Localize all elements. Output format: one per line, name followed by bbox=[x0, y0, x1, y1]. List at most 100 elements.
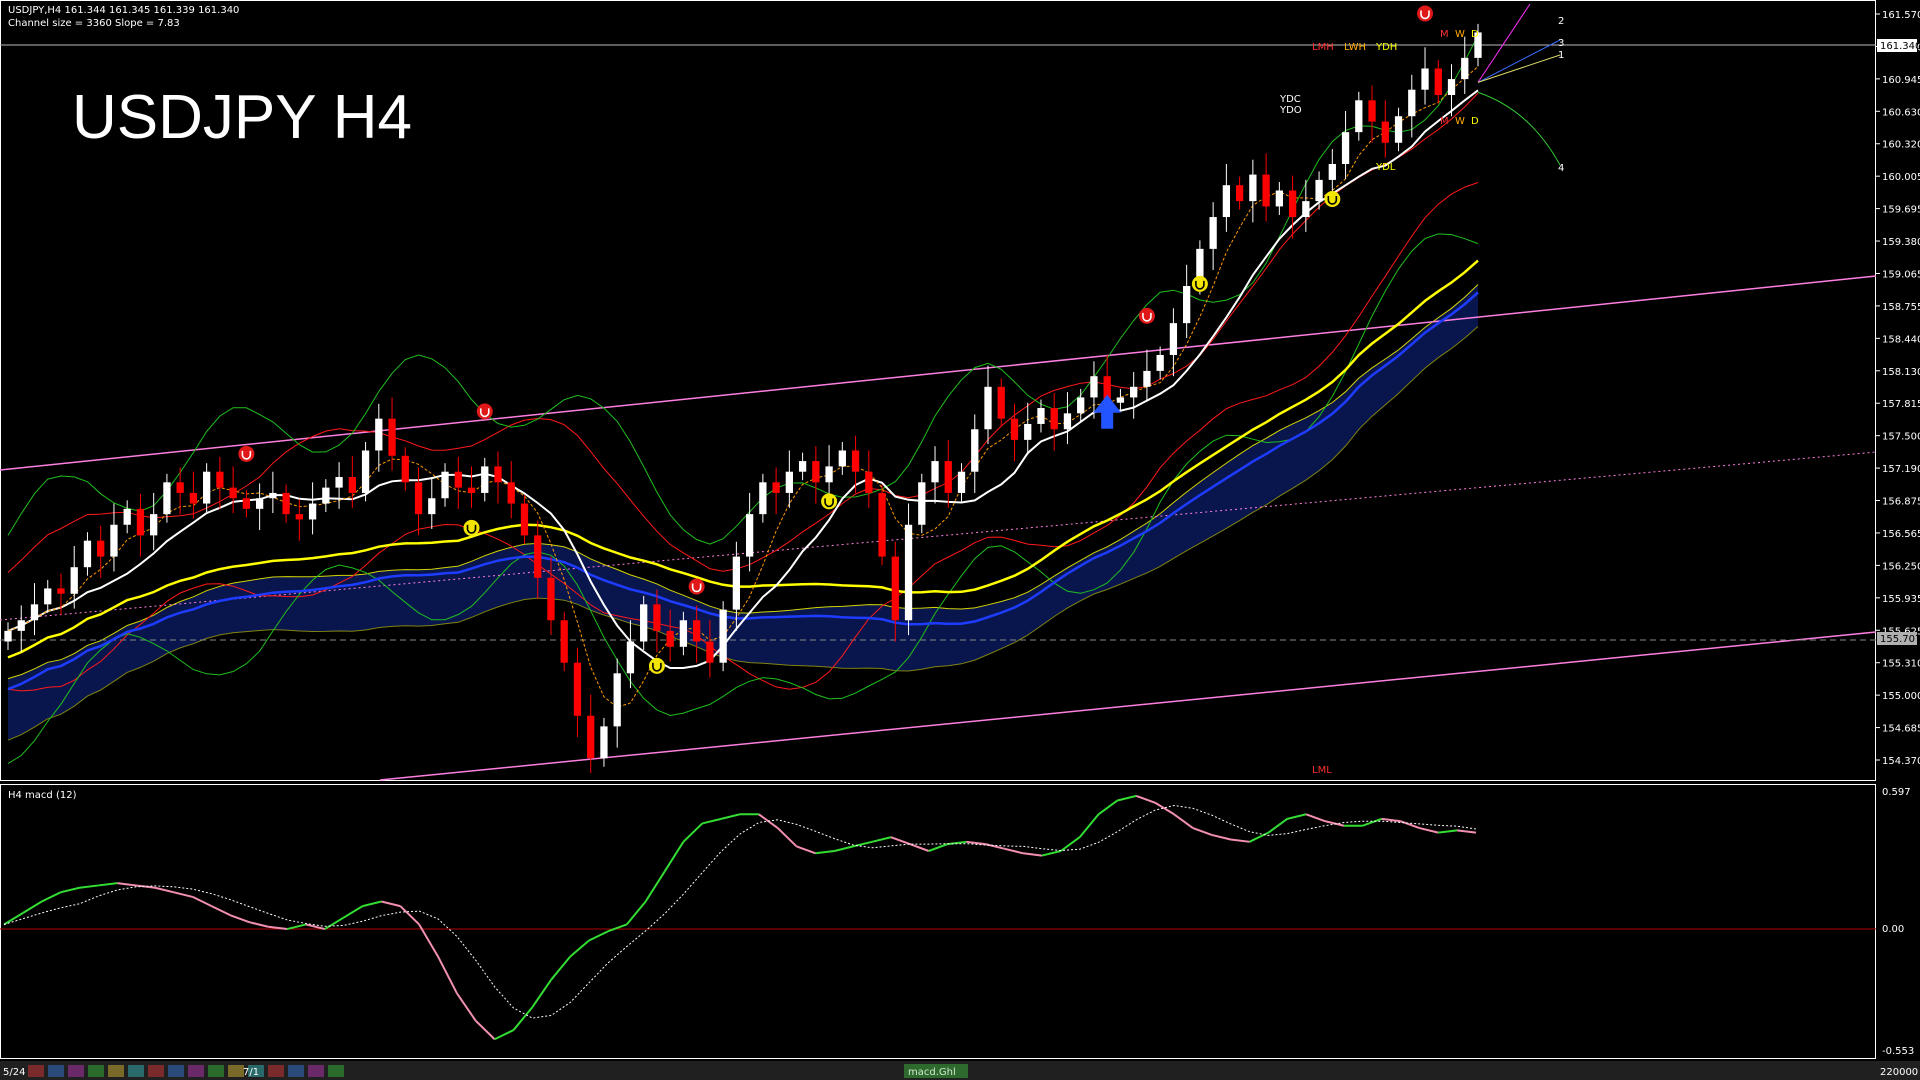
period-tab bbox=[228, 1065, 244, 1077]
candle-body bbox=[1050, 408, 1058, 430]
candle-body bbox=[1143, 370, 1151, 387]
period-tab bbox=[128, 1065, 144, 1077]
macd-segment bbox=[588, 930, 609, 942]
macd-segment bbox=[22, 900, 43, 914]
macd-segment bbox=[834, 845, 854, 852]
candle-body bbox=[719, 609, 727, 663]
macd-segment bbox=[720, 813, 741, 820]
macd-segment bbox=[494, 1029, 514, 1041]
candle-body bbox=[666, 630, 674, 647]
candle-body bbox=[1275, 190, 1283, 207]
candle-body bbox=[573, 662, 582, 716]
price-tick-label: 158.440 bbox=[1882, 334, 1920, 345]
candle-body bbox=[1328, 163, 1336, 180]
fan-line bbox=[1477, 39, 1561, 83]
price-tick-label: 157.815 bbox=[1882, 399, 1920, 410]
macd-segment bbox=[550, 955, 571, 981]
macd-tab-label[interactable]: macd.Ghl bbox=[908, 1067, 956, 1078]
macd-segment bbox=[41, 891, 62, 903]
macd-segment bbox=[1230, 838, 1250, 843]
candle-body bbox=[626, 641, 635, 674]
candle-body bbox=[17, 620, 25, 631]
macd-segment bbox=[98, 882, 118, 887]
macd-segment bbox=[1249, 831, 1269, 843]
candle-body bbox=[269, 492, 277, 499]
candle-body bbox=[163, 482, 171, 515]
ichimoku-cloud bbox=[7, 284, 1479, 741]
candle-body bbox=[30, 604, 39, 621]
lmh-label: LMH bbox=[1312, 42, 1334, 53]
candle-body bbox=[507, 482, 515, 504]
candle-body bbox=[838, 450, 846, 467]
period-tab bbox=[48, 1065, 64, 1077]
candle-body bbox=[587, 715, 595, 759]
macd-axis-bottom: -0.553 bbox=[1882, 1046, 1914, 1057]
price-tick-label: 157.190 bbox=[1882, 464, 1920, 475]
candle-body bbox=[97, 540, 105, 557]
macd-segment bbox=[777, 827, 798, 848]
channel-upper-line bbox=[0, 275, 1877, 471]
candle-body bbox=[640, 604, 648, 642]
macd-segment bbox=[1135, 794, 1156, 804]
macd-segment bbox=[249, 921, 269, 928]
fan-label-4: 4 bbox=[1558, 163, 1564, 174]
macd-segment bbox=[928, 843, 948, 852]
candle-body bbox=[1130, 386, 1138, 398]
candle-body bbox=[904, 524, 913, 621]
macd-segment bbox=[890, 836, 911, 846]
candle-body bbox=[428, 498, 436, 515]
period-tab bbox=[148, 1065, 164, 1077]
ydc-label: YDC bbox=[1279, 94, 1301, 105]
macd-segment bbox=[211, 905, 231, 917]
candle-body bbox=[136, 508, 145, 536]
senkou-b-line bbox=[7, 326, 1479, 741]
candle-body bbox=[229, 487, 237, 499]
macd-segment bbox=[1438, 829, 1458, 834]
price-tick-label: 154.370 bbox=[1882, 756, 1920, 767]
candle-body bbox=[295, 514, 303, 520]
mwd-top-m: M bbox=[1440, 29, 1449, 40]
candle-body bbox=[560, 620, 568, 663]
candle-body bbox=[1355, 100, 1363, 133]
candle-body bbox=[1262, 174, 1270, 207]
lml-label: LML bbox=[1312, 765, 1332, 776]
macd-segment bbox=[1078, 813, 1100, 838]
symbol-line: USDJPY,H4 161.344 161.345 161.339 161.34… bbox=[8, 5, 239, 16]
candle-body bbox=[282, 492, 290, 515]
price-tick-label: 156.565 bbox=[1882, 529, 1920, 540]
candle-body bbox=[798, 461, 807, 472]
macd-segment bbox=[1267, 818, 1288, 834]
candle-body bbox=[984, 386, 992, 430]
macd-segment bbox=[702, 817, 722, 825]
kumo-area bbox=[8, 284, 1478, 741]
candle-body bbox=[745, 514, 754, 557]
candle-body bbox=[4, 630, 12, 642]
candle-body bbox=[918, 482, 926, 525]
macd-segment bbox=[1117, 794, 1137, 802]
macd-segment bbox=[815, 850, 835, 855]
period-tab bbox=[308, 1065, 324, 1077]
macd-segment bbox=[1192, 827, 1213, 836]
macd-axis-zero: 0.00 bbox=[1882, 924, 1904, 935]
macd-segment bbox=[324, 916, 345, 930]
candle-body bbox=[891, 556, 899, 621]
candle-body bbox=[1408, 89, 1416, 117]
fan-label-3: 3 bbox=[1558, 38, 1564, 49]
usdjpy-h4-chart[interactable]: 161.570161.260160.945160.630160.320160.0… bbox=[0, 0, 1920, 1080]
fan-line bbox=[1477, 3, 1531, 83]
candle-body bbox=[957, 471, 966, 493]
candle-body bbox=[1156, 354, 1164, 371]
price-tick-label: 159.380 bbox=[1882, 237, 1920, 248]
candle-body bbox=[1209, 217, 1217, 249]
macd-segment bbox=[343, 905, 364, 919]
marker-price-text: 155.707 bbox=[1880, 634, 1920, 645]
candle-body bbox=[1249, 174, 1257, 202]
macd-segment bbox=[796, 845, 816, 855]
macd-segment bbox=[230, 914, 250, 924]
macd-segment bbox=[305, 923, 326, 931]
period-tab bbox=[188, 1065, 204, 1077]
current-price-text: 161.340 bbox=[1880, 41, 1920, 52]
period-tab bbox=[208, 1065, 224, 1077]
candle-body bbox=[1090, 376, 1098, 398]
candle-body bbox=[785, 471, 793, 493]
